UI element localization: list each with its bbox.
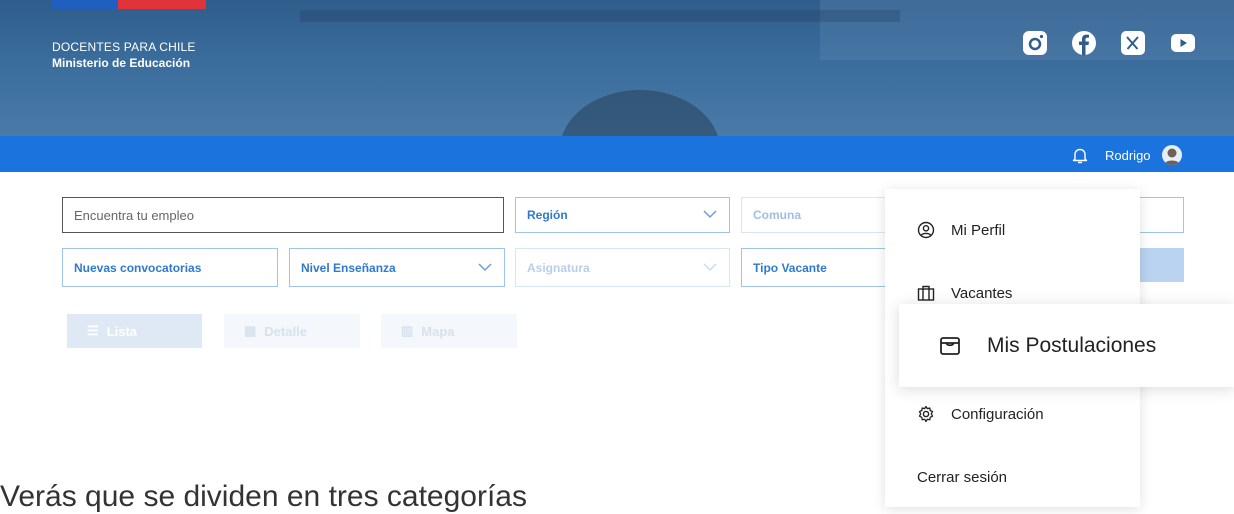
menu-item-mis-postulaciones[interactable]: Mis Postulaciones — [899, 304, 1234, 387]
avatar[interactable] — [1162, 145, 1182, 165]
briefcase-icon — [917, 285, 935, 301]
menu-item-cerrar-sesion[interactable]: Cerrar sesión — [917, 469, 1007, 486]
brand-title[interactable]: DOCENTES PARA CHILE — [52, 40, 196, 54]
menu-item-label: Vacantes — [951, 284, 1013, 302]
instagram-icon[interactable] — [1022, 30, 1048, 56]
grid-icon: ▦ — [244, 323, 257, 338]
bell-icon[interactable] — [1072, 147, 1088, 165]
region-select[interactable]: Región — [515, 197, 730, 233]
menu-item-label: Cerrar sesión — [917, 469, 1008, 486]
header-decoration — [560, 90, 720, 136]
view-detalle-button[interactable]: ▦ Detalle — [224, 314, 360, 348]
view-mapa-button[interactable]: ▥ Mapa — [381, 314, 517, 348]
region-label: Región — [527, 208, 568, 222]
gear-icon — [918, 405, 934, 423]
tutorial-caption: Verás que se dividen en tres categorías — [0, 480, 527, 513]
header-decoration — [300, 10, 900, 22]
facebook-icon[interactable] — [1071, 30, 1097, 56]
view-lista-button[interactable]: ☰ Lista — [67, 314, 202, 348]
comuna-select-edge — [1140, 197, 1184, 233]
menu-item-label: Configuración — [951, 405, 1044, 423]
menu-item-mi-perfil[interactable]: Mi Perfil — [917, 221, 1005, 239]
menu-item-label: Mi Perfil — [951, 221, 1006, 239]
view-detalle-label: Detalle — [264, 323, 307, 339]
search-input[interactable]: Encuentra tu empleo — [62, 197, 504, 233]
brand-subtitle[interactable]: Ministerio de Educación — [52, 56, 190, 70]
asignatura-select[interactable]: Asignatura — [515, 248, 730, 287]
user-name[interactable]: Rodrigo — [1105, 148, 1151, 163]
comuna-select[interactable]: Comuna — [741, 197, 891, 233]
user-bar — [0, 136, 1234, 172]
nuevas-convocatorias-filter[interactable]: Nuevas convocatorias — [62, 248, 278, 287]
chevron-down-icon — [703, 262, 717, 271]
user-circle-icon — [917, 221, 935, 239]
view-mapa-label: Mapa — [421, 323, 455, 339]
list-icon: ☰ — [87, 323, 99, 338]
menu-item-vacantes[interactable]: Vacantes — [917, 284, 1012, 302]
nivel-label: Nivel Enseñanza — [301, 260, 396, 275]
youtube-icon[interactable] — [1170, 30, 1196, 56]
menu-item-label: Mis Postulaciones — [987, 333, 1157, 357]
nivel-ensenanza-select[interactable]: Nivel Enseñanza — [289, 248, 505, 287]
tipo-vacante-select[interactable]: Tipo Vacante — [741, 248, 891, 287]
map-icon: ▥ — [401, 323, 414, 338]
view-lista-label: Lista — [106, 323, 137, 339]
chevron-down-icon — [703, 210, 717, 219]
x-twitter-icon[interactable] — [1120, 30, 1146, 56]
asignatura-label: Asignatura — [527, 260, 590, 275]
chevron-down-icon — [478, 262, 492, 271]
search-button[interactable] — [1140, 248, 1184, 282]
menu-item-configuracion[interactable]: Configuración — [917, 405, 1044, 423]
chile-flag-stripe — [52, 0, 206, 9]
hero-header: DOCENTES PARA CHILE Ministerio de Educac… — [0, 0, 1234, 136]
inbox-icon — [940, 336, 960, 355]
